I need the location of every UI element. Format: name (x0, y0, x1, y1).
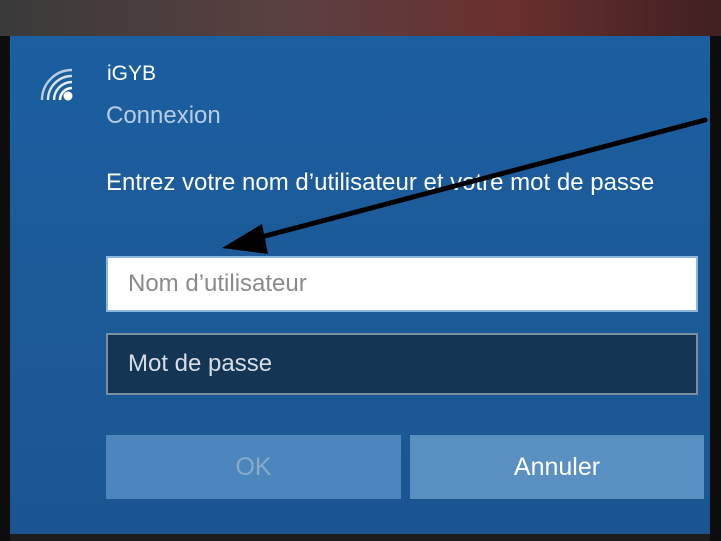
ok-button[interactable]: OK (106, 435, 401, 499)
network-name: iGYB (107, 62, 157, 85)
username-input[interactable] (106, 256, 698, 312)
screen-frame: iGYB Connexion Entrez votre nom d’utilis… (0, 0, 721, 541)
ok-button-label: OK (235, 452, 272, 481)
wifi-secured-icon (38, 66, 76, 104)
window-top-edge (0, 0, 721, 36)
credentials-prompt: Entrez votre nom d’utilisateur et votre … (106, 169, 655, 196)
cancel-button[interactable]: Annuler (410, 435, 704, 499)
connection-status: Connexion (106, 102, 221, 129)
password-input[interactable] (106, 333, 698, 395)
cancel-button-label: Annuler (513, 452, 601, 481)
window-bottom-edge (10, 534, 710, 541)
